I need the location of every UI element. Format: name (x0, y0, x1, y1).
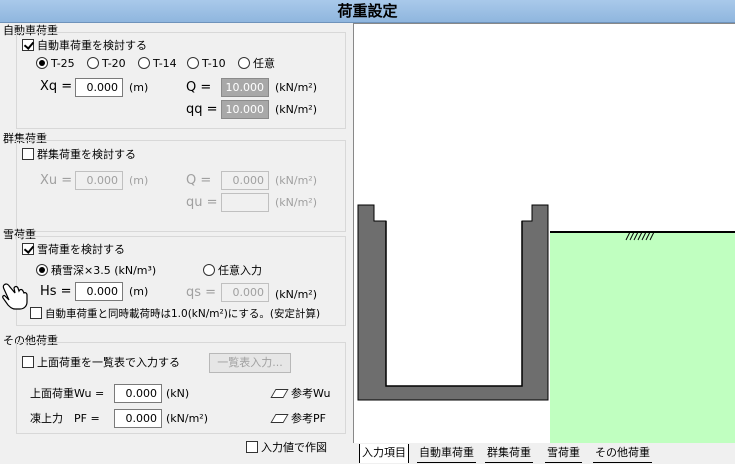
tab-vehicle[interactable]: 自動車荷重 (417, 444, 476, 463)
other-check[interactable]: 上面荷重を一覧表で入力する (22, 355, 180, 371)
qq-label: qq = (186, 102, 218, 117)
qs-input[interactable]: 0.000 (221, 283, 269, 302)
tab-crowd[interactable]: 群集荷重 (485, 444, 533, 463)
other-checkbox[interactable] (22, 356, 34, 368)
wu-unit: (kN) (166, 387, 190, 400)
ref-wu-link[interactable]: 参考Wu (270, 386, 330, 402)
q-label: Q = (186, 80, 212, 95)
crowd-checkbox[interactable] (22, 148, 34, 160)
qq-input[interactable]: 10.000 (221, 100, 269, 119)
vehicle-checkbox[interactable] (22, 39, 34, 51)
qs-label: qs = (186, 285, 217, 300)
tab-snow[interactable]: 雪荷重 (545, 444, 582, 463)
ref-pf-link[interactable]: 参考PF (270, 411, 326, 427)
qu-label: qu = (186, 195, 218, 210)
vehicle-option-t25[interactable]: T-25 (36, 56, 75, 72)
crowd-q-label: Q = (186, 173, 212, 188)
hs-unit: (m) (129, 285, 149, 298)
wu-label: 上面荷重Wu = (30, 387, 105, 400)
drawing-canvas[interactable] (353, 23, 735, 443)
vehicle-option-t20[interactable]: T-20 (87, 56, 126, 72)
snow-combo-checkbox[interactable] (30, 307, 42, 319)
tab-other[interactable]: その他荷重 (593, 444, 652, 463)
culvert-drawing (357, 204, 735, 443)
snow-checkbox[interactable] (22, 243, 34, 255)
snow-combo-check[interactable]: 自動車荷重と同時載荷時は1.0(kN/m²)にする。(安定計算) (30, 306, 320, 322)
xq-input[interactable]: 0.000 (75, 78, 123, 97)
snow-check[interactable]: 雪荷重を検討する (22, 242, 125, 258)
pf-unit: (kN/m²) (166, 412, 209, 425)
list-input-button[interactable]: 一覧表入力... (209, 353, 291, 373)
hand-cursor-icon (2, 283, 28, 310)
qq-unit: (kN/m²) (275, 103, 318, 116)
draw-input-check[interactable]: 入力値で作図 (246, 440, 327, 456)
tab-bar: 入力項目 自動車荷重 群集荷重 雪荷重 その他荷重 (353, 443, 735, 464)
ground-fill (550, 232, 735, 443)
ref-icon (270, 389, 289, 398)
qs-unit: (kN/m²) (275, 288, 318, 301)
xq-label: Xq = (40, 79, 73, 94)
settings-panel: 自動車荷重 自動車荷重を検討する T-25 T-20 T-14 T-10 任意 … (0, 23, 353, 464)
hs-input[interactable]: 0.000 (75, 282, 123, 301)
snow-option-depth[interactable]: 積雪深×3.5 (kN/m³) (36, 263, 156, 279)
vehicle-check[interactable]: 自動車荷重を検討する (22, 38, 147, 54)
q-unit: (kN/m²) (275, 81, 318, 94)
pf-label: 凍上力 PF = (30, 412, 100, 425)
crowd-q-input[interactable]: 0.000 (221, 171, 269, 190)
wu-input[interactable]: 0.000 (114, 384, 162, 403)
pf-input[interactable]: 0.000 (114, 409, 162, 428)
qu-unit: (kN/m²) (275, 196, 318, 209)
tab-input-items[interactable]: 入力項目 (359, 444, 409, 463)
xu-unit: (m) (129, 174, 149, 187)
snow-option-free[interactable]: 任意入力 (203, 263, 262, 279)
window-title: 荷重設定 (0, 0, 735, 23)
q-input[interactable]: 10.000 (221, 78, 269, 97)
vehicle-option-t14[interactable]: T-14 (138, 56, 177, 72)
crowd-q-unit: (kN/m²) (275, 174, 318, 187)
xu-label: Xu = (40, 173, 73, 188)
vehicle-option-t10[interactable]: T-10 (187, 56, 226, 72)
vehicle-option-free[interactable]: 任意 (238, 56, 275, 72)
ref-icon (270, 414, 289, 423)
hs-label: Hs = (40, 284, 72, 299)
draw-input-checkbox[interactable] (246, 441, 258, 453)
crowd-check[interactable]: 群集荷重を検討する (22, 147, 136, 163)
xu-input[interactable]: 0.000 (75, 171, 123, 190)
qu-input[interactable] (221, 193, 269, 212)
xq-unit: (m) (129, 81, 149, 94)
